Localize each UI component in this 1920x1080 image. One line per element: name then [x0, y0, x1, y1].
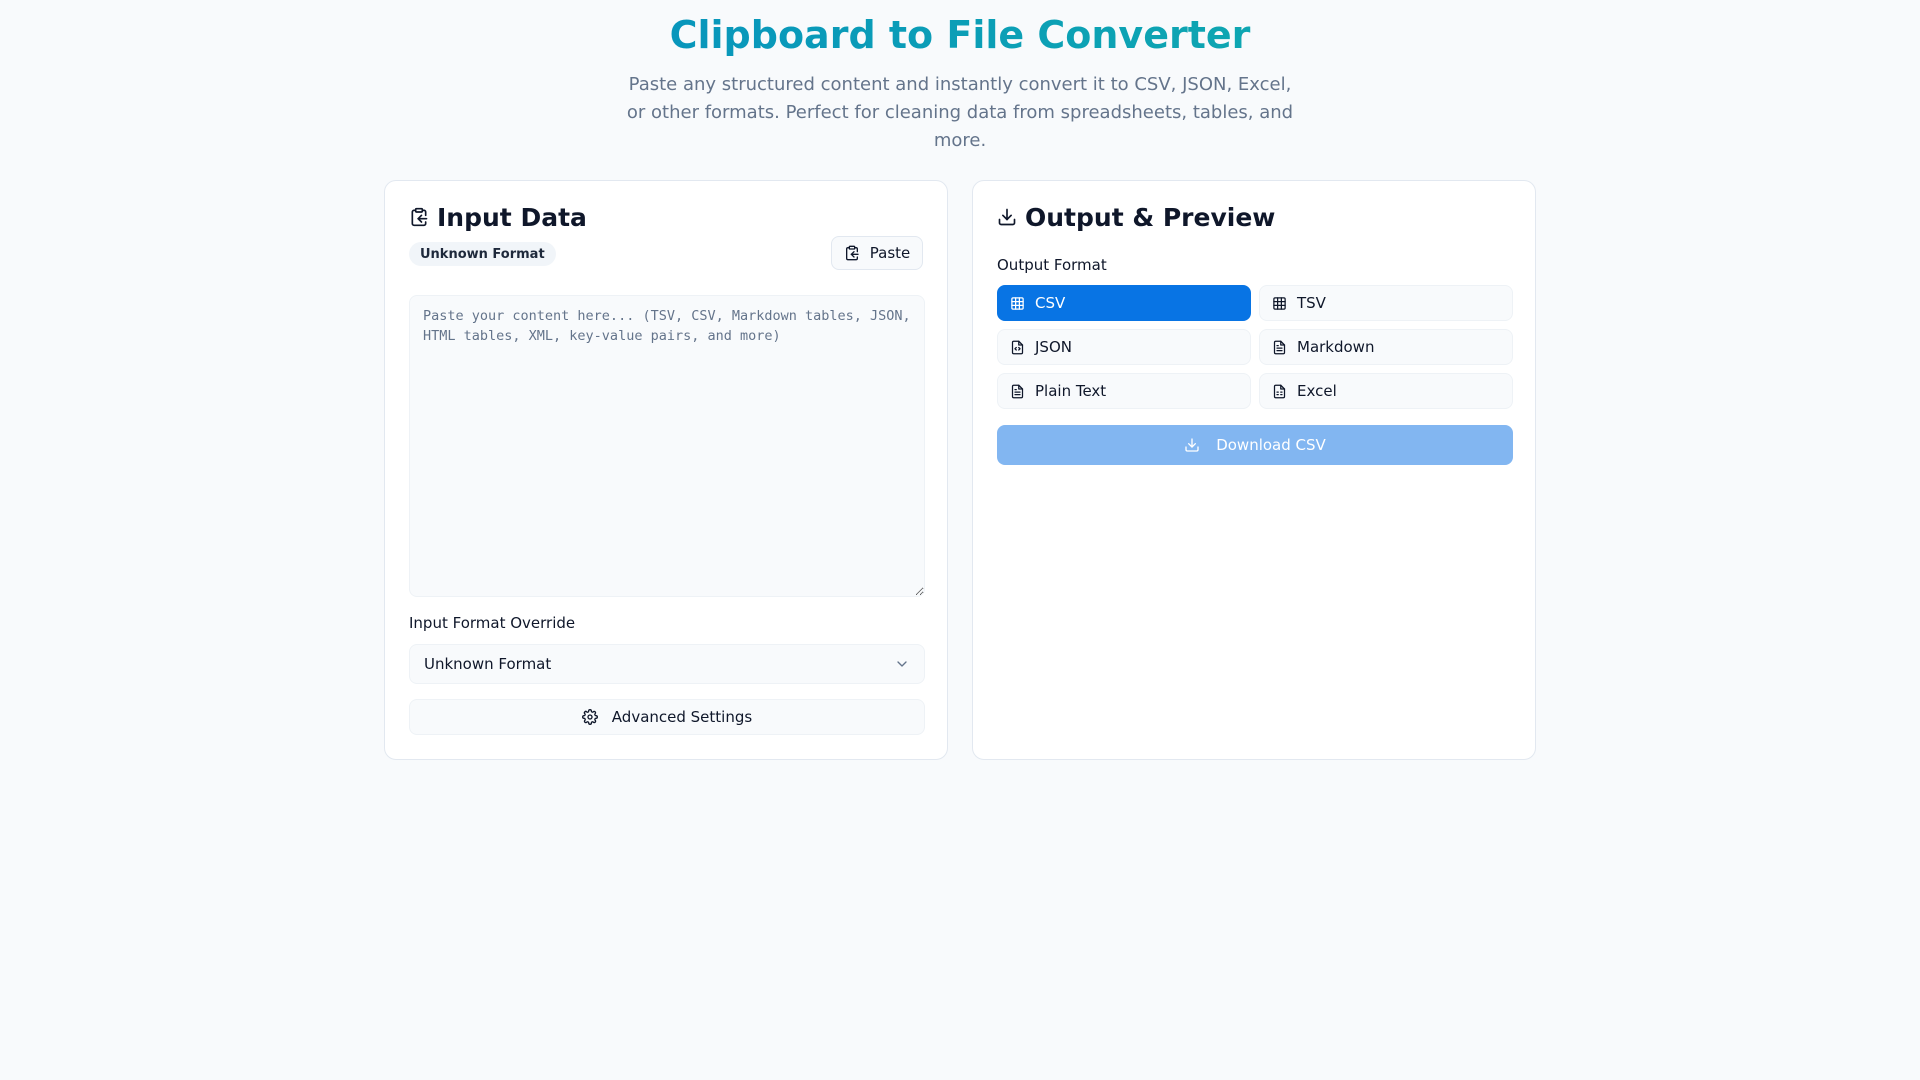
- content-input[interactable]: [409, 295, 925, 597]
- format-option-markdown[interactable]: Markdown: [1259, 329, 1513, 365]
- advanced-settings-button[interactable]: Advanced Settings: [409, 699, 925, 735]
- input-format-override-label: Input Format Override: [409, 614, 576, 632]
- file-text-icon: [1272, 340, 1287, 355]
- input-format-select[interactable]: Unknown Format: [409, 644, 925, 684]
- gear-icon: [581, 709, 598, 725]
- file-spreadsheet-icon: [1272, 384, 1287, 399]
- clipboard-icon: [844, 245, 860, 261]
- detected-format-badge: Unknown Format: [409, 242, 556, 266]
- format-option-label: Plain Text: [1035, 382, 1107, 400]
- output-format-label: Output Format: [997, 256, 1107, 274]
- table-icon: [1010, 296, 1025, 311]
- output-preview-card: Output & Preview Output Format CSV TSV J…: [972, 180, 1536, 760]
- download-icon: [1184, 437, 1200, 453]
- page-title: Clipboard to File Converter: [0, 12, 1920, 58]
- paste-button[interactable]: Paste: [831, 236, 923, 270]
- format-option-plain-text[interactable]: Plain Text: [997, 373, 1251, 409]
- paste-button-label: Paste: [869, 244, 911, 262]
- clipboard-icon: [409, 207, 429, 227]
- input-data-card: Input Data Unknown Format Paste Input Fo…: [384, 180, 948, 760]
- table-icon: [1272, 296, 1287, 311]
- format-option-tsv[interactable]: TSV: [1259, 285, 1513, 321]
- format-option-csv[interactable]: CSV: [997, 285, 1251, 321]
- download-button-label: Download CSV: [1216, 436, 1326, 454]
- output-card-title: Output & Preview: [1025, 202, 1276, 232]
- format-option-excel[interactable]: Excel: [1259, 373, 1513, 409]
- page-subtitle: Paste any structured content and instant…: [626, 74, 1294, 151]
- chevron-down-icon: [894, 656, 910, 672]
- advanced-settings-label: Advanced Settings: [611, 708, 753, 726]
- format-option-label: CSV: [1035, 294, 1066, 312]
- output-format-grid: CSV TSV JSON Markdown Plain Text Excel: [997, 285, 1513, 409]
- format-option-label: Excel: [1297, 382, 1337, 400]
- file-code-icon: [1010, 340, 1025, 355]
- file-text-icon: [1010, 384, 1025, 399]
- download-icon: [997, 207, 1017, 227]
- format-option-label: JSON: [1035, 338, 1072, 356]
- format-option-json[interactable]: JSON: [997, 329, 1251, 365]
- download-button[interactable]: Download CSV: [997, 425, 1513, 465]
- output-card-header: Output & Preview: [997, 199, 1275, 235]
- input-card-header: Input Data: [409, 199, 587, 235]
- format-option-label: Markdown: [1297, 338, 1375, 356]
- format-option-label: TSV: [1297, 294, 1326, 312]
- input-card-title: Input Data: [437, 202, 587, 232]
- input-format-select-value: Unknown Format: [424, 655, 552, 673]
